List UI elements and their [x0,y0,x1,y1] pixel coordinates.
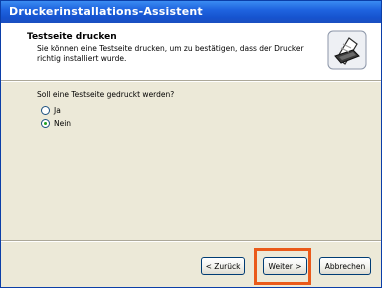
radio-yes[interactable]: Ja [41,104,61,116]
print-test-question: Soll eine Testseite gedruckt werden? [37,90,175,99]
cancel-button[interactable]: Abbrechen [319,257,371,275]
wizard-content: Soll eine Testseite gedruckt werden? Ja … [1,82,381,240]
title-bar[interactable]: Druckerinstallations-Assistent [1,1,381,23]
radio-no-button[interactable] [41,118,50,128]
radio-no[interactable]: Nein [41,117,71,129]
footer-divider [1,240,381,242]
header-description: Sie können eine Testseite drucken, um zu… [37,44,304,63]
printer-icon [327,30,367,70]
wizard-header: Testseite drucken Sie können eine Testse… [1,23,381,80]
header-title: Testseite drucken [27,32,117,42]
radio-no-label[interactable]: Nein [54,119,71,128]
window-title: Druckerinstallations-Assistent [9,5,203,18]
next-button-highlight [254,248,311,285]
wizard-window: Druckerinstallations-Assistent Testseite… [0,0,382,288]
radio-yes-button[interactable] [41,105,50,115]
back-button[interactable]: < Zurück [201,257,245,275]
radio-yes-label[interactable]: Ja [54,106,61,115]
